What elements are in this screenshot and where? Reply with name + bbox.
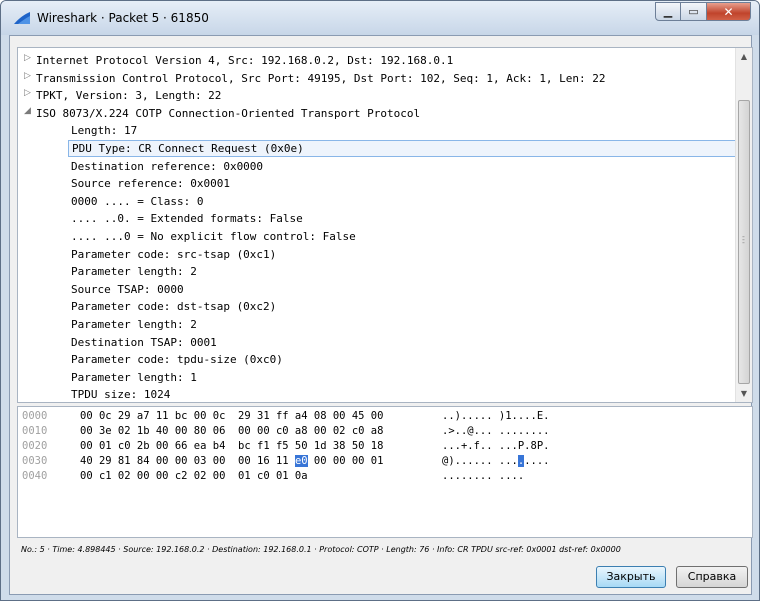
tree-subitem[interactable]: Parameter code: dst-tsap (0xc2) <box>71 298 276 315</box>
tree-item[interactable]: TPKT, Version: 3, Length: 22 <box>36 87 221 104</box>
hex-ascii[interactable]: ..)..... )1....E. <box>442 409 549 424</box>
hex-byte-group[interactable]: 00 01 c0 2b 00 66 ea b4 bc f1 f5 50 1d 3… <box>80 440 383 452</box>
tree-subitem[interactable]: Parameter code: src-tsap (0xc1) <box>71 246 276 263</box>
title-bar[interactable]: Wireshark · Packet 5 · 61850 ▁ ▭ ✕ <box>1 1 759 35</box>
hex-byte-group[interactable]: 00 c1 02 00 00 c2 02 00 01 c0 01 0a <box>80 470 308 482</box>
tree-item[interactable]: Transmission Control Protocol, Src Port:… <box>36 70 606 87</box>
hex-byte-group[interactable]: 00 0c 29 a7 11 bc 00 0c 29 31 ff a4 08 0… <box>80 410 383 422</box>
tree-scrollbar[interactable]: ▲ - - - ▼ <box>735 48 752 402</box>
hex-ascii[interactable]: @)...... ........ <box>442 454 549 469</box>
tree-subitem[interactable]: Source reference: 0x0001 <box>71 175 230 192</box>
tree-subitem[interactable]: 0000 .... = Class: 0 <box>71 193 203 210</box>
grip-icon: --- <box>742 232 745 247</box>
collapse-arrow-icon[interactable]: ◢ <box>24 106 31 116</box>
hex-bytes[interactable]: 00 c1 02 00 00 c2 02 00 01 c0 01 0a <box>80 469 308 484</box>
ascii-group[interactable]: @)...... ... <box>442 455 518 467</box>
hex-offset: 0010 <box>22 425 48 437</box>
tree-item[interactable]: Internet Protocol Version 4, Src: 192.16… <box>36 52 453 69</box>
hex-row[interactable]: 0010 00 3e 02 1b 40 00 80 06 00 00 c0 a8 … <box>18 424 752 439</box>
hex-offset: 0040 <box>22 470 48 482</box>
hex-row[interactable]: 0000 00 0c 29 a7 11 bc 00 0c 29 31 ff a4 … <box>18 409 752 424</box>
close-icon: ✕ <box>723 4 734 19</box>
packet-window: Wireshark · Packet 5 · 61850 ▁ ▭ ✕ ▷ Inte… <box>0 0 760 601</box>
hex-byte-group[interactable]: 40 29 81 84 00 00 03 00 00 16 11 <box>80 455 295 467</box>
ascii-group[interactable]: .... <box>524 455 549 467</box>
scroll-up-arrow-icon[interactable]: ▲ <box>736 48 752 65</box>
hex-bytes[interactable]: 00 3e 02 1b 40 00 80 06 00 00 c0 a8 00 0… <box>80 424 383 439</box>
help-button[interactable]: Справка <box>676 566 748 588</box>
hex-row[interactable]: 0040 00 c1 02 00 00 c2 02 00 01 c0 01 0a.… <box>18 469 752 484</box>
minimize-button[interactable]: ▁ <box>655 2 681 21</box>
hex-byte-group[interactable]: 00 3e 02 1b 40 00 80 06 00 00 c0 a8 00 0… <box>80 425 383 437</box>
expand-arrow-icon[interactable]: ▷ <box>24 53 31 63</box>
tree-subitem[interactable]: .... ..0. = Extended formats: False <box>71 210 303 227</box>
ascii-group[interactable]: .>..@... ........ <box>442 425 549 437</box>
tree-subitem[interactable]: Parameter code: tpdu-size (0xc0) <box>71 351 283 368</box>
expand-arrow-icon[interactable]: ▷ <box>24 88 31 98</box>
packet-bytes-pane[interactable]: 0000 00 0c 29 a7 11 bc 00 0c 29 31 ff a4 … <box>17 406 753 538</box>
hex-ascii[interactable]: .>..@... ........ <box>442 424 549 439</box>
window-controls: ▁ ▭ ✕ <box>655 2 751 21</box>
ascii-group[interactable]: ...+.f.. ...P.8P. <box>442 440 549 452</box>
close-window-button[interactable]: ✕ <box>707 2 751 21</box>
tree-subitem[interactable]: Destination TSAP: 0001 <box>71 334 217 351</box>
tree-item-selected[interactable]: PDU Type: CR Connect Request (0x0e) <box>68 140 736 157</box>
window-title: Wireshark · Packet 5 · 61850 <box>37 11 209 25</box>
tree-subitem[interactable]: Parameter length: 2 <box>71 316 197 333</box>
tree-subitem[interactable]: Parameter length: 1 <box>71 369 197 386</box>
ascii-group[interactable]: ........ .... <box>442 470 524 482</box>
ascii-group[interactable]: ..)..... )1....E. <box>442 410 549 422</box>
hex-offset: 0030 <box>22 455 48 467</box>
maximize-button[interactable]: ▭ <box>681 2 707 21</box>
minimize-icon: ▁ <box>663 5 673 18</box>
maximize-icon: ▭ <box>688 5 699 18</box>
packet-summary-status: No.: 5 · Time: 4.898445 · Source: 192.16… <box>21 545 621 554</box>
close-button[interactable]: Закрыть <box>596 566 666 588</box>
tree-item[interactable]: ISO 8073/X.224 COTP Connection-Oriented … <box>36 105 420 122</box>
tree-subitem[interactable]: Source TSAP: 0000 <box>71 281 184 298</box>
tree-subitem[interactable]: Parameter length: 2 <box>71 263 197 280</box>
tree-subitem[interactable]: TPDU size: 1024 <box>71 386 170 402</box>
tree-subitem[interactable]: .... ...0 = No explicit flow control: Fa… <box>71 228 356 245</box>
hex-ascii[interactable]: ........ .... <box>442 469 524 484</box>
scroll-down-arrow-icon[interactable]: ▼ <box>736 385 752 402</box>
hex-offset: 0000 <box>22 410 48 422</box>
hex-bytes[interactable]: 40 29 81 84 00 00 03 00 00 16 11 e0 00 0… <box>80 454 383 469</box>
hex-ascii[interactable]: ...+.f.. ...P.8P. <box>442 439 549 454</box>
hex-row[interactable]: 0020 00 01 c0 2b 00 66 ea b4 bc f1 f5 50 … <box>18 439 752 454</box>
tree-subitem[interactable]: Destination reference: 0x0000 <box>71 158 263 175</box>
hex-row[interactable]: 0030 40 29 81 84 00 00 03 00 00 16 11 e0 … <box>18 454 752 469</box>
hex-offset: 0020 <box>22 440 48 452</box>
hex-bytes[interactable]: 00 01 c0 2b 00 66 ea b4 bc f1 f5 50 1d 3… <box>80 439 383 454</box>
tree-subitem[interactable]: Length: 17 <box>71 122 137 139</box>
hex-bytes[interactable]: 00 0c 29 a7 11 bc 00 0c 29 31 ff a4 08 0… <box>80 409 383 424</box>
wireshark-fin-icon <box>14 12 30 24</box>
scroll-thumb[interactable]: --- <box>738 100 750 384</box>
expand-arrow-icon[interactable]: ▷ <box>24 71 31 81</box>
highlighted-byte[interactable]: e0 <box>294 455 308 467</box>
hex-byte-group[interactable]: 00 00 00 01 <box>308 455 384 467</box>
packet-details-tree[interactable]: ▷ Internet Protocol Version 4, Src: 192.1… <box>17 47 753 403</box>
